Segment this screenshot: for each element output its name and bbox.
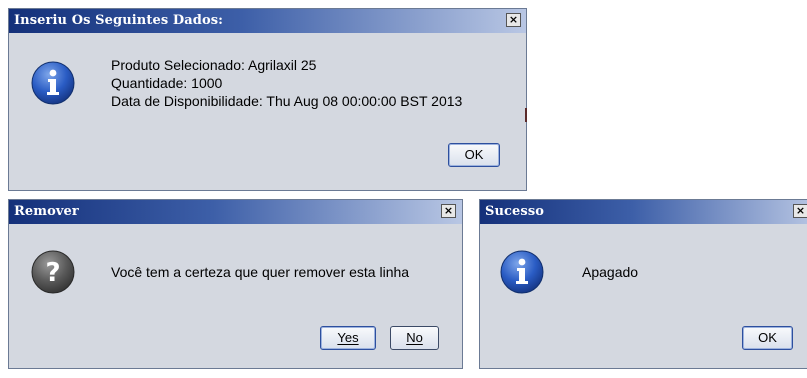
ok-button[interactable]: OK [742,326,793,350]
info-icon [500,250,544,294]
info-line-product: Produto Selecionado: Agrilaxil 25 [111,57,317,73]
close-button[interactable]: × [506,13,521,27]
success-dialog-title: Sucesso [485,204,545,219]
yes-button[interactable]: Yes [320,326,376,350]
remove-dialog-title: Remover [14,204,79,219]
remove-dialog: Remover × ? Você tem a certeza que quer … [8,199,463,369]
success-dialog: Sucesso × Apagado OK [479,199,807,369]
remove-message: Você tem a certeza que quer remover esta… [111,264,410,280]
success-dialog-titlebar[interactable]: Sucesso × [480,200,807,224]
svg-text:?: ? [45,258,60,288]
info-dialog-titlebar[interactable]: Inseriu Os Seguintes Dados: × [9,9,526,33]
info-dialog: Inseriu Os Seguintes Dados: × Produto Se… [8,8,527,191]
info-line-quantity: Quantidade: 1000 [111,75,223,91]
info-icon [31,61,75,105]
close-button[interactable]: × [793,204,807,218]
success-message: Apagado [582,264,639,280]
remove-dialog-titlebar[interactable]: Remover × [9,200,462,224]
close-button[interactable]: × [441,204,456,218]
no-button-label: No [406,330,423,345]
background-artifact [525,108,527,122]
no-button[interactable]: No [390,326,439,350]
info-dialog-title: Inseriu Os Seguintes Dados: [14,13,224,28]
info-message: Produto Selecionado: Agrilaxil 25 Quanti… [111,56,462,110]
question-icon: ? [31,250,75,294]
ok-button[interactable]: OK [448,143,500,167]
info-line-date: Data de Disponibilidade: Thu Aug 08 00:0… [111,93,463,109]
yes-button-label: Yes [337,330,359,345]
